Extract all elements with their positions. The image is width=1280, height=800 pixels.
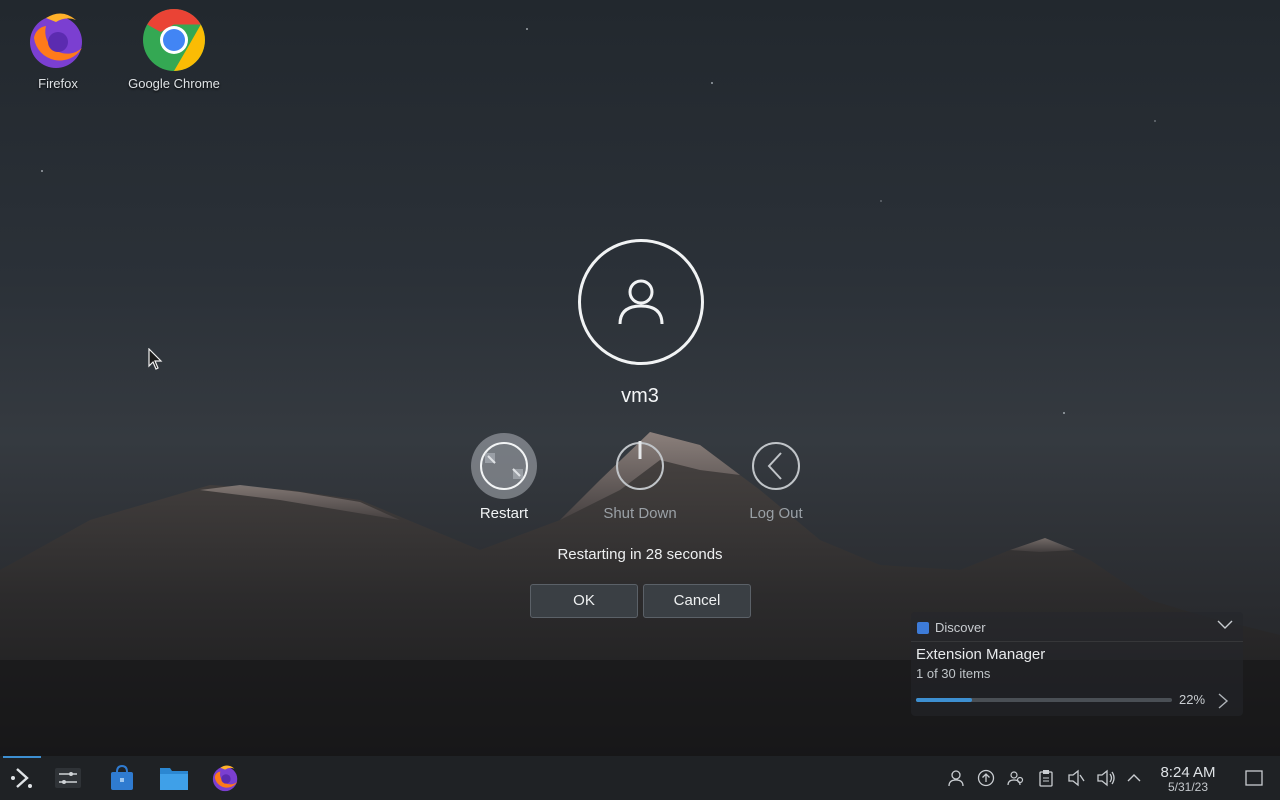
- clock-date: 5/31/23: [1167, 780, 1209, 794]
- system-settings-button[interactable]: [48, 760, 88, 796]
- discover-notification: Discover Extension Manager 1 of 30 items…: [911, 612, 1243, 716]
- cancel-button[interactable]: Cancel: [643, 584, 751, 618]
- firefox-taskbar-button[interactable]: [206, 760, 246, 796]
- kde-connect-tray[interactable]: [1006, 768, 1026, 788]
- file-manager-icon: [160, 768, 188, 790]
- user-icon: [618, 279, 664, 325]
- volume-tray[interactable]: [1096, 768, 1116, 788]
- notification-app-name: Discover: [935, 620, 986, 635]
- username-label: vm3: [621, 385, 659, 407]
- updates-tray[interactable]: [976, 768, 996, 788]
- discover-store-icon: [111, 764, 133, 790]
- active-indicator: [3, 756, 41, 758]
- notification-title: Extension Manager: [916, 646, 1046, 663]
- clock-time: 8:24 AM: [1160, 764, 1216, 781]
- notification-header: Discover: [917, 620, 986, 635]
- chevron-down-icon[interactable]: [1217, 620, 1233, 630]
- show-desktop-icon: [1245, 770, 1263, 786]
- user-icon: [948, 770, 964, 787]
- application-launcher-button[interactable]: [2, 760, 42, 796]
- file-manager-button[interactable]: [154, 760, 194, 796]
- discover-app-icon: [917, 621, 929, 634]
- update-icon: [977, 769, 995, 787]
- desktop-chrome-shortcut[interactable]: Google Chrome: [124, 8, 224, 91]
- notification-subtitle: 1 of 30 items: [916, 666, 991, 681]
- progress-percent-label: 22%: [1179, 692, 1206, 707]
- desktop-icon-label: Google Chrome: [128, 76, 220, 91]
- countdown-text: Restarting in 28 seconds: [557, 546, 723, 563]
- digital-clock[interactable]: 8:24 AM 5/31/23: [1152, 764, 1224, 794]
- desktop-icon-label: Firefox: [38, 76, 78, 91]
- firefox-icon: [26, 8, 90, 72]
- expand-tray-icon: [1127, 774, 1141, 782]
- back-arrow-icon: [752, 442, 800, 490]
- volume-icon: [1097, 769, 1115, 787]
- progress-bar: [916, 698, 1172, 702]
- firefox-icon: [212, 765, 238, 792]
- desktop-firefox-shortcut[interactable]: Firefox: [8, 8, 108, 91]
- restart-button[interactable]: Restart: [449, 433, 559, 522]
- chevron-right-icon[interactable]: [1217, 692, 1229, 710]
- restart-icon: [480, 442, 528, 490]
- restart-label: Restart: [479, 505, 529, 522]
- show-desktop-button[interactable]: [1244, 768, 1264, 788]
- notification-divider: [911, 641, 1243, 642]
- user-switcher-tray[interactable]: [946, 768, 966, 788]
- progress-bar-fill: [916, 698, 973, 702]
- expand-tray-button[interactable]: [1124, 768, 1144, 788]
- clipboard-tray[interactable]: [1036, 768, 1056, 788]
- audio-muted-icon: [1068, 769, 1085, 787]
- clipboard-icon: [1039, 770, 1053, 787]
- log-out-button[interactable]: Log Out: [721, 433, 831, 522]
- ok-button[interactable]: OK: [530, 584, 638, 618]
- settings-icon: [55, 768, 81, 788]
- shut-down-button[interactable]: Shut Down: [585, 433, 695, 522]
- shut-down-label: Shut Down: [603, 505, 677, 522]
- chrome-icon: [142, 8, 206, 72]
- mouse-pointer-icon: [148, 348, 163, 370]
- power-icon: [616, 441, 664, 490]
- discover-button[interactable]: [102, 760, 142, 796]
- application-launcher-icon: [11, 768, 32, 788]
- audio-mic-tray[interactable]: [1066, 768, 1086, 788]
- user-avatar: [578, 239, 704, 365]
- log-out-label: Log Out: [749, 505, 803, 522]
- users-icon: [1007, 771, 1024, 786]
- taskbar: 8:24 AM 5/31/23: [0, 756, 1280, 800]
